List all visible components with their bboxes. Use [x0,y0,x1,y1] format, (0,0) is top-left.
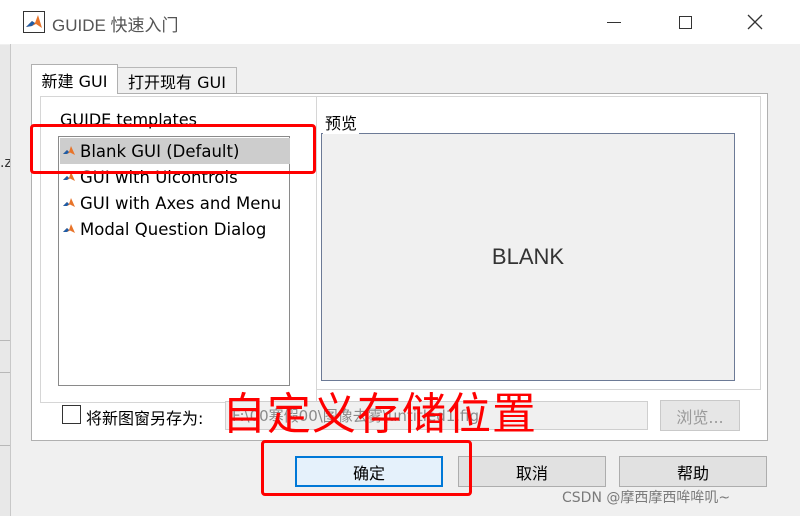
browse-button[interactable]: 浏览... [660,400,740,431]
close-button[interactable] [725,0,785,44]
window-title: GUIDE 快速入门 [52,16,179,35]
tab-open-existing-gui[interactable]: 打开现有 GUI [117,67,237,94]
annotation-box-template [30,124,316,174]
tab-new-gui[interactable]: 新建 GUI [31,64,118,94]
watermark: CSDN @摩西摩西哞哞叽~ [562,490,731,506]
background-divider [0,445,10,446]
save-as-checkbox[interactable] [62,405,81,424]
cancel-button[interactable]: 取消 [458,456,606,487]
list-item-label: Modal Question Dialog [80,219,267,239]
annotation-box-ok [261,440,472,496]
list-item-modal-question-dialog[interactable]: Modal Question Dialog [60,216,290,242]
save-as-label: 将新图窗另存为: [86,409,204,428]
matlab-logo-icon [63,224,75,233]
preview-pane: BLANK [321,133,735,381]
annotation-text: 自定义存储位置 [222,389,537,440]
background-divider [0,372,10,373]
title-bar[interactable]: GUIDE 快速入门 [0,0,800,44]
minimize-button[interactable] [584,0,644,44]
matlab-logo-icon [63,198,75,207]
list-item-gui-with-axes-and-menu[interactable]: GUI with Axes and Menu [60,190,290,216]
maximize-icon [678,15,692,29]
preview-group-label: 预览 [323,110,360,134]
close-icon [747,14,763,30]
list-item-label: GUI with Axes and Menu [80,193,282,213]
matlab-logo-icon [23,11,45,33]
help-button[interactable]: 帮助 [619,456,767,487]
preview-text: BLANK [491,244,565,269]
background-divider [0,340,10,341]
minimize-icon [607,21,621,23]
maximize-button[interactable] [655,0,715,44]
